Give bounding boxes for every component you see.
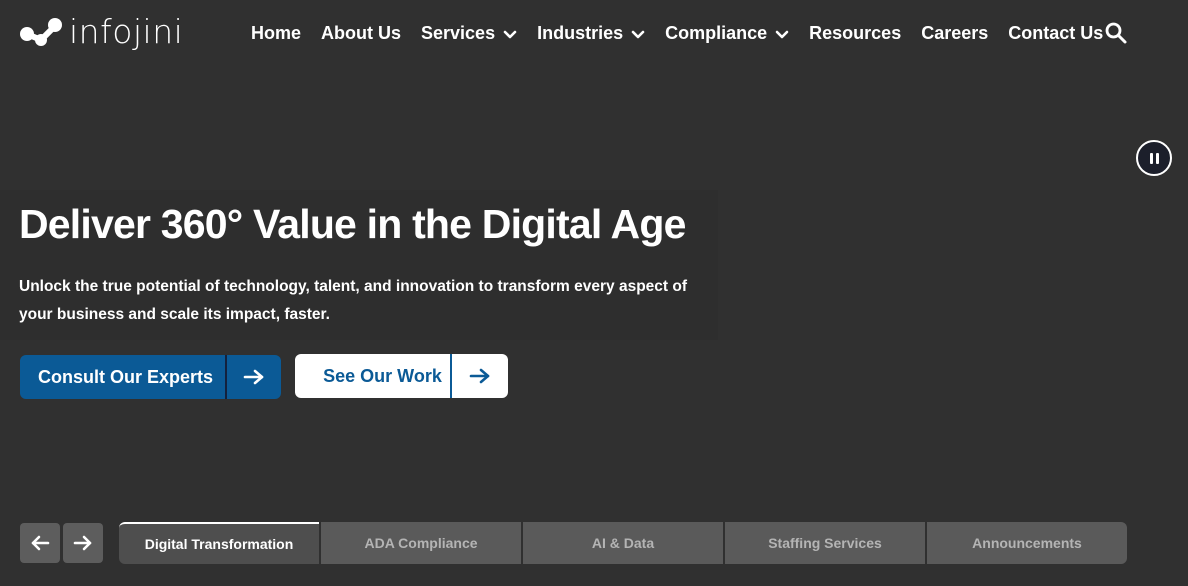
nav-item-label: Industries [537, 22, 624, 43]
slider-next-button[interactable] [63, 523, 103, 563]
nav-item-label: Home [251, 22, 302, 43]
nav-item-label: Contact Us [1008, 22, 1104, 43]
button-label: See Our Work [323, 365, 442, 386]
nav-item-services[interactable]: Services [421, 23, 517, 44]
tab-ada-compliance[interactable]: ADA Compliance [321, 522, 521, 564]
site-header: infojini Home About Us Services Industri… [0, 0, 1188, 66]
nav-item-compliance[interactable]: Compliance [665, 23, 789, 44]
slider-tabs: Digital Transformation ADA Compliance AI… [119, 522, 1127, 564]
hero-subtitle: Unlock the true potential of technology,… [19, 278, 688, 323]
slider-prev-button[interactable] [20, 523, 60, 563]
nav-item-label: Compliance [665, 22, 768, 43]
nav-item-label: Careers [921, 22, 989, 43]
tab-ai-data[interactable]: AI & Data [523, 522, 723, 564]
nav-item-contact-us[interactable]: Contact Us [1008, 23, 1103, 44]
main-nav: Home About Us Services Industries Compli… [251, 18, 1123, 48]
nav-item-home[interactable]: Home [251, 23, 301, 44]
logo[interactable]: infojini [19, 14, 183, 50]
button-label: Consult Our Experts [37, 366, 214, 387]
tab-digital-transformation[interactable]: Digital Transformation [119, 522, 319, 564]
logo-mark-icon [20, 18, 62, 46]
nav-item-industries[interactable]: Industries [537, 23, 645, 44]
nav-item-label: Services [421, 22, 496, 43]
hero-title: Deliver 360° Value in the Digital Age [19, 201, 686, 247]
chevron-down-icon [631, 23, 645, 44]
search-icon[interactable] [1104, 21, 1128, 45]
arrow-right-icon [73, 535, 92, 551]
tab-announcements[interactable]: Announcements [927, 522, 1127, 564]
nav-item-label: Resources [809, 22, 902, 43]
arrow-right-icon [227, 369, 281, 385]
pause-icon [1149, 152, 1153, 164]
nav-item-about-us[interactable]: About Us [321, 23, 401, 44]
pause-slider-button[interactable] [1136, 140, 1172, 176]
chevron-down-icon [503, 23, 517, 44]
nav-item-careers[interactable]: Careers [921, 23, 988, 44]
nav-item-resources[interactable]: Resources [809, 23, 901, 44]
see-our-work-button[interactable]: See Our Work [295, 354, 508, 398]
chevron-down-icon [775, 23, 789, 44]
tab-staffing-services[interactable]: Staffing Services [725, 522, 925, 564]
arrow-left-icon [31, 535, 50, 551]
nav-item-label: About Us [321, 22, 402, 43]
arrow-right-icon [452, 368, 508, 384]
logo-text: infojini [69, 12, 184, 51]
consult-our-experts-button[interactable]: Consult Our Experts [20, 355, 281, 399]
